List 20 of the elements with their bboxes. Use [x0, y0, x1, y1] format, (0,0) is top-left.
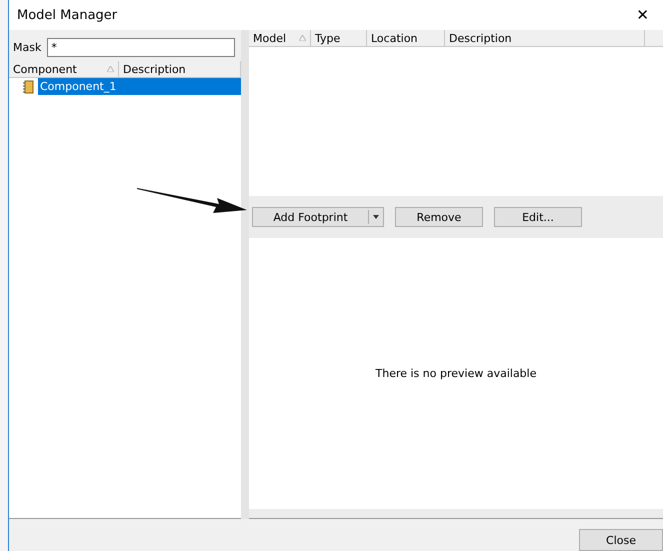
- component-row[interactable]: Component_1: [38, 78, 241, 95]
- caret-icon: [373, 215, 379, 219]
- column-header[interactable]: Model: [249, 30, 311, 46]
- dialog-button[interactable]: Remove: [395, 207, 483, 227]
- column-header[interactable]: Type: [311, 30, 367, 46]
- column-header[interactable]: Component: [9, 61, 119, 77]
- chip-icon: [23, 80, 35, 94]
- column-header[interactable]: Description: [445, 30, 645, 46]
- column-header[interactable]: Location: [367, 30, 445, 46]
- preview-message: There is no preview available: [376, 367, 536, 380]
- close-icon[interactable]: ✕: [630, 6, 655, 24]
- dialog-button[interactable]: Edit...: [494, 207, 582, 227]
- sort-icon: [299, 35, 306, 41]
- mask-label: Mask: [13, 41, 42, 54]
- window-title: Model Manager: [17, 8, 118, 22]
- mask-field[interactable]: *: [47, 38, 235, 57]
- sort-icon: [107, 66, 114, 72]
- add-footprint-button[interactable]: Add Footprint: [252, 207, 384, 227]
- splitter[interactable]: [241, 30, 249, 519]
- close-button[interactable]: Close: [579, 529, 663, 551]
